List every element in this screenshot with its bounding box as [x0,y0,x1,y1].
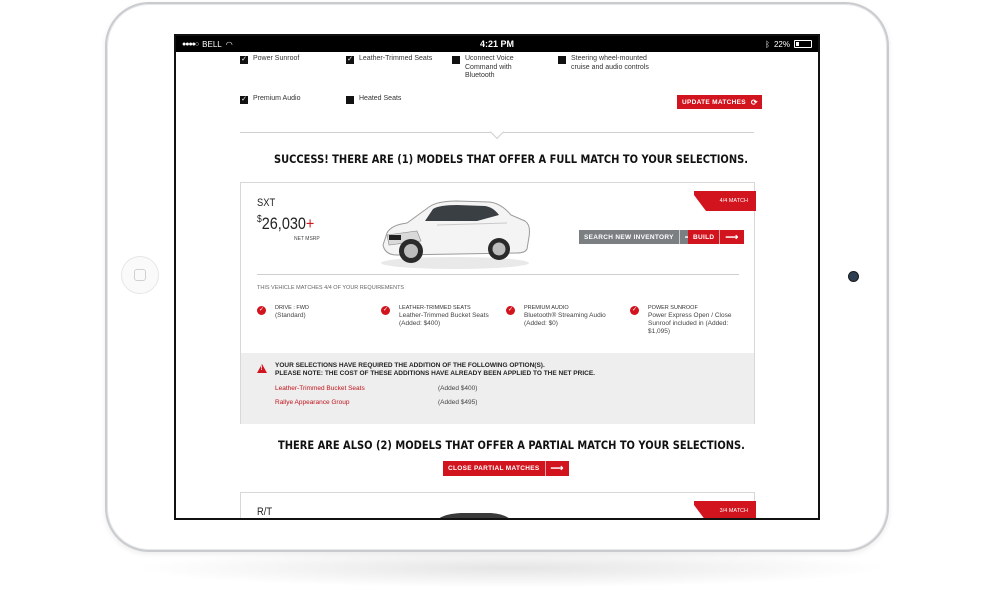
check-circle-icon: ✓ [506,306,515,315]
trim-name: SXT [257,197,276,209]
arrow-right-icon: ⟶ [719,230,743,244]
refresh-icon: ⟳ [750,97,758,107]
tablet-shadow [130,548,890,588]
update-matches-button[interactable]: UPDATE MATCHES ⟳ [677,95,762,109]
battery-icon [794,40,812,48]
close-partial-matches-button[interactable]: CLOSE PARTIAL MATCHES ⟶ [443,461,569,476]
notice-line-1: YOUR SELECTIONS HAVE REQUIRED THE ADDITI… [275,362,545,369]
addon-link[interactable]: Leather-Trimmed Bucket Seats [275,385,365,392]
option-label: Leather-Trimmed Seats [359,55,433,62]
car-image [381,200,530,269]
option-steering-controls[interactable]: Steering wheel-mounted cruise and audio … [558,55,658,72]
feature-title: DRIVE : FWD [275,305,309,311]
tablet-screen: ●●●●○ BELL ◠ 4:21 PM ᛒ 22% Power Sunroof… [174,34,820,520]
option-label: Steering wheel-mounted cruise and audio … [571,55,649,71]
battery-percent: 22% [773,39,790,49]
checkbox-unchecked-icon[interactable] [558,56,566,64]
matches-heading: THIS VEHICLE MATCHES 4/4 OF YOUR REQUIRE… [257,285,405,291]
checkbox-checked-icon[interactable] [346,56,354,64]
option-label: Uconnect Voice Command with Bluetooth [465,55,514,79]
price-plus: + [305,214,315,233]
feature-title: POWER SUNROOF [648,305,698,311]
feature-detail: Leather-Trimmed Bucket Seats (Added: $40… [399,312,489,327]
wifi-icon: ◠ [225,39,233,49]
notice-line-2: PLEASE NOTE: THE COST OF THESE ADDITIONS… [275,370,595,377]
status-bar: ●●●●○ BELL ◠ 4:21 PM ᛒ 22% [176,36,818,52]
front-camera [849,272,858,281]
vehicle-card-sxt: 4/4 MATCH SXT $26,030+ NET MSRP SEARCH N… [240,182,756,424]
addon-price: (Added $495) [438,399,478,406]
addon-link[interactable]: Rallye Appearance Group [275,399,349,406]
feature-detail: Power Express Open / Close Sunroof inclu… [648,312,732,335]
option-label: Power Sunroof [253,55,300,62]
feature-drive: DRIVE : FWD (Standard) [275,304,375,320]
price-value: 26,030 [261,214,306,233]
feature-leather-seats: LEATHER-TRIMMED SEATS Leather-Trimmed Bu… [399,304,489,328]
vehicle-card-rt: 3/4 MATCH R/T [240,492,756,518]
build-label: BUILD [693,233,715,241]
added-options-notice: ! YOUR SELECTIONS HAVE REQUIRED THE ADDI… [241,353,754,424]
addon-price: (Added $400) [438,385,478,392]
option-uconnect[interactable]: Uconnect Voice Command with Bluetooth [452,55,532,81]
page-content: Power Sunroof Leather-Trimmed Seats Ucon… [176,52,818,518]
home-button-icon [134,269,146,281]
update-matches-label: UPDATE MATCHES [682,98,746,106]
arrow-right-icon: ⟶ [544,461,569,476]
clock: 4:21 PM [479,39,515,49]
close-partial-label: CLOSE PARTIAL MATCHES [448,465,540,472]
partial-match-headline: THERE ARE ALSO (2) MODELS THAT OFFER A P… [278,438,745,452]
car-image [439,513,509,518]
checkbox-checked-icon[interactable] [240,96,248,104]
feature-detail: Bluetooth® Streaming Audio (Added: $0) [524,312,606,327]
trim-name: R/T [257,506,273,518]
feature-title: PREMIUM AUDIO [524,305,569,311]
check-circle-icon: ✓ [630,306,639,315]
carrier-label: BELL [202,39,222,49]
option-premium-audio[interactable]: Premium Audio [240,95,330,104]
checkbox-unchecked-icon[interactable] [346,96,354,104]
net-msrp-label: NET MSRP [294,236,320,242]
option-leather-seats[interactable]: Leather-Trimmed Seats [346,55,446,64]
option-label: Heated Seats [359,95,402,102]
full-match-headline: SUCCESS! THERE ARE (1) MODELS THAT OFFER… [274,152,749,166]
checkbox-unchecked-icon[interactable] [452,56,460,64]
price: $26,030+ [257,214,314,234]
check-circle-icon: ✓ [257,306,266,315]
feature-detail: (Standard) [275,312,306,319]
divider-notch [489,124,505,140]
search-new-inventory-button[interactable]: SEARCH NEW INVENTORY ⟶ [579,230,703,244]
signal-icon: ●●●●○ [182,40,199,48]
feature-power-sunroof: POWER SUNROOF Power Express Open / Close… [648,304,738,336]
warning-icon-mark: ! [260,365,263,372]
checkbox-checked-icon[interactable] [240,56,248,64]
option-heated-seats[interactable]: Heated Seats [346,95,436,104]
option-power-sunroof[interactable]: Power Sunroof [240,55,330,64]
build-button[interactable]: BUILD ⟶ [688,230,744,244]
check-circle-icon: ✓ [381,306,390,315]
search-inventory-label: SEARCH NEW INVENTORY [584,233,674,241]
feature-premium-audio: PREMIUM AUDIO Bluetooth® Streaming Audio… [524,304,624,328]
bluetooth-icon: ᛒ [765,39,770,49]
match-ribbon: 4/4 MATCH [694,191,756,211]
match-ribbon: 3/4 MATCH [694,501,756,518]
feature-title: LEATHER-TRIMMED SEATS [399,305,471,311]
home-button[interactable] [121,256,159,294]
card-divider [257,274,739,275]
option-label: Premium Audio [253,95,301,102]
